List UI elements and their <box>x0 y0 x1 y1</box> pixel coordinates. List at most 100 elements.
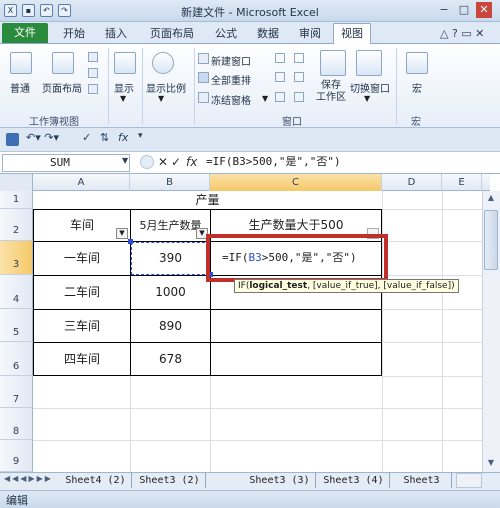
row-header-2[interactable]: 2 <box>0 209 33 241</box>
tab-home[interactable]: 开始 <box>58 24 90 44</box>
sync-scroll-icon[interactable] <box>294 72 304 82</box>
macros-button[interactable]: 宏 <box>412 80 422 95</box>
save-workspace-button[interactable]: 保存 工作区 <box>316 80 346 104</box>
function-icon[interactable]: fx <box>118 131 128 144</box>
customize-qat-icon[interactable]: ▾ <box>138 131 143 141</box>
help-icon[interactable]: △ ? ▭ ✕ <box>440 27 484 40</box>
cell-b6[interactable]: 678 <box>131 343 210 375</box>
undo-icon[interactable]: ↶▾ ↷▾ <box>26 131 59 144</box>
sheet-tab[interactable]: Sheet3 (5) <box>392 473 452 488</box>
gridline <box>382 309 482 310</box>
table-border <box>33 375 382 376</box>
macros-icon[interactable] <box>406 52 428 74</box>
arrange-all-button[interactable]: 全部重排 <box>211 72 251 87</box>
normal-view-icon[interactable] <box>10 52 32 74</box>
row-header-3[interactable]: 3 <box>0 241 33 275</box>
hide-icon[interactable] <box>275 72 285 82</box>
unhide-icon[interactable] <box>275 92 285 102</box>
page-layout-view-label[interactable]: 页面布局 <box>42 80 82 95</box>
horizontal-scrollbar[interactable] <box>456 473 482 488</box>
row-header-1[interactable]: 1 <box>0 191 33 209</box>
cell-a3[interactable]: 一车间 <box>34 242 130 275</box>
column-header-c[interactable]: C <box>210 174 382 191</box>
filter-dropdown-icon[interactable]: ▼ <box>116 228 128 239</box>
enter-icon[interactable]: ✓ <box>171 155 181 169</box>
row-header-9[interactable]: 9 <box>0 440 33 472</box>
insert-function-icon[interactable]: fx <box>186 155 197 169</box>
cancel-icon[interactable]: ✕ <box>158 155 168 169</box>
tab-insert[interactable]: 插入 <box>100 24 132 44</box>
scroll-down-icon[interactable]: ▼ <box>484 458 498 470</box>
row-header-7[interactable]: 7 <box>0 376 33 408</box>
gridline <box>33 440 482 441</box>
freeze-panes-button[interactable]: 冻结窗格 <box>211 92 251 107</box>
macros-group-label: 宏 <box>411 117 421 128</box>
scroll-thumb[interactable] <box>484 210 498 270</box>
chevron-down-icon: ▼ <box>364 94 371 103</box>
sheet-title-cell[interactable]: 产量 <box>33 192 382 208</box>
switch-window-icon[interactable] <box>356 50 382 76</box>
tooltip-function[interactable]: IF( <box>238 281 249 291</box>
show-icon[interactable] <box>114 52 136 74</box>
restore-button[interactable]: □ <box>456 2 472 18</box>
show-button[interactable]: 显示 <box>114 80 134 95</box>
spellcheck-icon[interactable]: ✓ <box>82 131 91 144</box>
sheet-tab[interactable]: Sheet3 (2) <box>134 473 206 488</box>
page-layout-view-icon[interactable] <box>52 52 74 74</box>
chevron-down-icon[interactable]: ▼ <box>122 156 128 165</box>
column-header-e[interactable]: E <box>442 174 482 191</box>
ribbon-separator <box>108 48 109 124</box>
minimize-button[interactable]: − <box>436 2 452 18</box>
column-header-d[interactable]: D <box>382 174 442 191</box>
new-window-icon[interactable] <box>198 53 209 64</box>
name-box[interactable]: SUM <box>2 154 130 172</box>
formula-input[interactable]: =IF(B3>500,"是","否") <box>202 154 498 172</box>
sheet-tab[interactable]: Sheet3 (3) <box>244 473 316 488</box>
tab-file[interactable]: 文件 <box>2 23 48 43</box>
fullscreen-icon[interactable] <box>88 84 98 94</box>
custom-view-icon[interactable] <box>88 68 98 78</box>
sort-icon[interactable]: ⇅ <box>100 131 109 144</box>
cell-c3-editor[interactable]: =IF(B3>500,"是","否") <box>212 243 382 273</box>
save-workspace-icon[interactable] <box>320 50 346 76</box>
cell-a6[interactable]: 四车间 <box>34 343 130 375</box>
split-icon[interactable] <box>275 53 285 63</box>
cell-a4[interactable]: 二车间 <box>34 276 130 309</box>
cell-b4[interactable]: 1000 <box>131 276 210 309</box>
save-icon[interactable] <box>6 133 19 146</box>
tab-data[interactable]: 数据 <box>252 24 284 44</box>
new-window-button[interactable]: 新建窗口 <box>211 53 251 68</box>
formula-prefix: =IF( <box>222 251 249 264</box>
arrange-all-icon[interactable] <box>198 72 209 83</box>
scroll-up-icon[interactable]: ▲ <box>484 193 498 205</box>
tab-page-layout[interactable]: 页面布局 <box>144 24 200 44</box>
row-header-6[interactable]: 6 <box>0 342 33 376</box>
side-by-side-icon[interactable] <box>294 53 304 63</box>
column-header-a[interactable]: A <box>33 174 130 191</box>
zoom-icon[interactable] <box>152 52 174 74</box>
gridline <box>382 342 482 343</box>
reset-position-icon[interactable] <box>294 92 304 102</box>
cell-b5[interactable]: 890 <box>131 310 210 342</box>
close-button[interactable]: ✕ <box>476 2 492 18</box>
normal-view-label[interactable]: 普通 <box>10 80 30 95</box>
function-tooltip: IF(logical_test, [value_if_true], [value… <box>234 279 459 293</box>
column-header-b[interactable]: B <box>130 174 210 191</box>
zoom-button[interactable]: 显示比例 <box>146 80 186 95</box>
sheet-nav-icon[interactable]: ◀◀◀▶▶▶ <box>4 474 53 483</box>
freeze-panes-icon[interactable] <box>198 92 209 103</box>
page-break-icon[interactable] <box>88 52 98 62</box>
select-all-corner[interactable] <box>0 174 33 191</box>
tab-view[interactable]: 视图 <box>333 23 371 44</box>
tab-formulas[interactable]: 公式 <box>210 24 242 44</box>
tooltip-arg-logical-test[interactable]: logical_test <box>249 281 307 291</box>
row-header-4[interactable]: 4 <box>0 275 33 309</box>
row-header-8[interactable]: 8 <box>0 408 33 440</box>
sheet-tab[interactable]: Sheet3 (4) <box>318 473 390 488</box>
switch-window-button[interactable]: 切换窗口 <box>350 80 390 95</box>
cell-a5[interactable]: 三车间 <box>34 310 130 342</box>
chevron-down-icon: ▼ <box>262 94 269 103</box>
tab-review[interactable]: 审阅 <box>294 24 326 44</box>
row-header-5[interactable]: 5 <box>0 309 33 342</box>
sheet-tab[interactable]: Sheet4 (2) <box>60 473 132 488</box>
